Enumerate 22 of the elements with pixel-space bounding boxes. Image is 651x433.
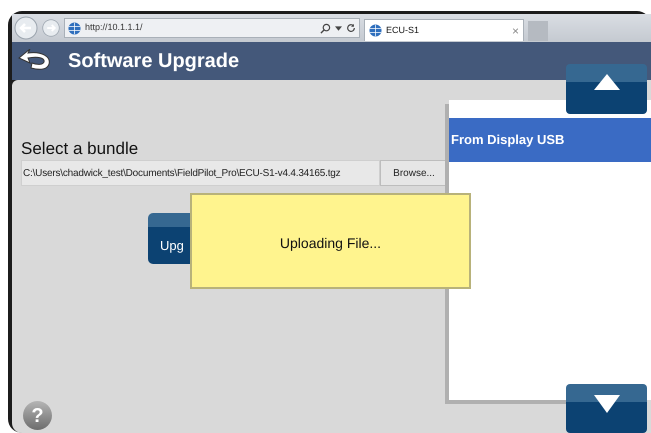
field-label: Select a bundle [21,139,138,159]
up-triangle-icon [594,74,620,90]
tab-title: ECU-S1 [386,24,420,37]
browse-button[interactable]: Browse... [380,160,448,186]
page-title: Software Upgrade [68,49,240,74]
dropdown-icon[interactable] [335,26,342,30]
close-icon[interactable]: × [512,24,519,36]
forward-icon[interactable] [42,19,60,37]
scroll-down-button[interactable] [566,384,647,433]
address-text: http://10.1.1.1/ [85,21,144,34]
down-triangle-icon [594,395,620,413]
browser-tab[interactable]: ECU-S1 × [364,19,524,41]
scroll-up-button[interactable] [566,64,647,114]
refresh-icon[interactable] [346,23,356,33]
back-icon[interactable] [14,16,38,40]
globe-icon [369,24,382,37]
upload-message: Uploading File... [280,234,382,251]
file-path-field[interactable]: C:\Users\chadwick_test\Documents\FieldPilot_Pro\ECU-S1-v4.4.34165.tgz [21,160,380,186]
address-bar[interactable]: http://10.1.1.1/ [64,18,360,38]
globe-icon [68,22,81,34]
list-item[interactable]: From Display USB [449,118,651,162]
search-icon[interactable] [320,22,331,34]
